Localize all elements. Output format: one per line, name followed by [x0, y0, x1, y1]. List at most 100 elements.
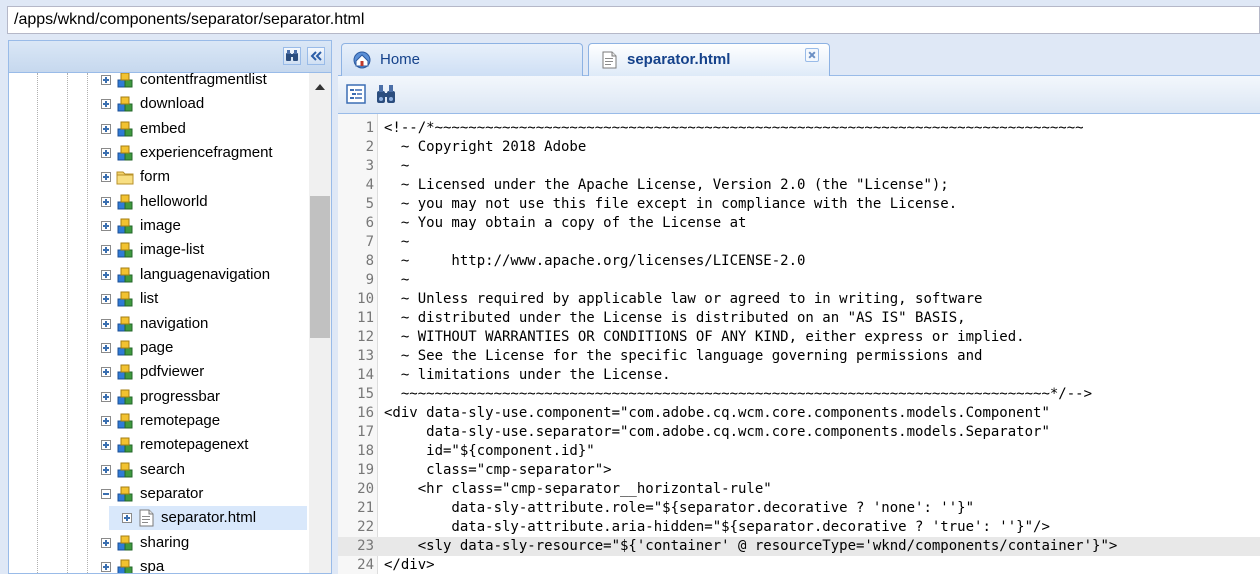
tree-item-list[interactable]: list — [9, 287, 309, 311]
tab-separator-html[interactable]: separator.html — [588, 43, 830, 76]
expand-toggle-icon[interactable] — [101, 245, 111, 256]
line-number: 13 — [357, 348, 374, 364]
find-replace-button[interactable] — [374, 82, 398, 106]
code-line: 3 ~ — [338, 157, 1260, 176]
expand-toggle-icon[interactable] — [101, 440, 111, 451]
path-input[interactable] — [7, 6, 1260, 34]
code-line: 5 ~ you may not use this file except in … — [338, 195, 1260, 214]
tree-item-download[interactable]: download — [9, 92, 309, 116]
tree-item-progressbar[interactable]: progressbar — [9, 385, 309, 409]
line-number: 15 — [357, 386, 374, 402]
close-tab-icon[interactable] — [805, 48, 819, 62]
tree-item-languagenavigation[interactable]: languagenavigation — [9, 263, 309, 287]
code-text: <hr class="cmp-separator__horizontal-rul… — [384, 481, 772, 497]
expand-toggle-icon[interactable] — [101, 172, 111, 183]
tree-item-sharing[interactable]: sharing — [9, 531, 309, 555]
code-line: 24 </div> — [338, 556, 1260, 574]
code-text: ~ Unless required by applicable law or a… — [384, 291, 983, 307]
expand-toggle-icon[interactable] — [101, 342, 111, 353]
tree-item-navigation[interactable]: navigation — [9, 312, 309, 336]
code-text: ~ you may not use this file except in co… — [384, 196, 958, 212]
scroll-thumb[interactable] — [310, 196, 330, 338]
expand-toggle-icon[interactable] — [101, 221, 111, 232]
expand-toggle-icon[interactable] — [101, 318, 111, 329]
component-icon — [115, 192, 135, 212]
expand-toggle-icon[interactable] — [101, 537, 111, 548]
tree-item-image-list[interactable]: image-list — [9, 238, 309, 262]
tab-home[interactable]: Home — [341, 43, 583, 76]
tree-item-pdfviewer[interactable]: pdfviewer — [9, 360, 309, 384]
code-line: 10 ~ Unless required by applicable law o… — [338, 290, 1260, 309]
tree-item-form[interactable]: form — [9, 165, 309, 189]
expand-toggle-icon[interactable] — [101, 269, 111, 280]
expand-toggle-icon[interactable] — [101, 562, 111, 572]
code-text: ~ distributed under the License is distr… — [384, 310, 966, 326]
scroll-up-arrow[interactable] — [309, 79, 331, 95]
tree-item-label: image — [140, 217, 181, 235]
expand-toggle-icon[interactable] — [101, 367, 111, 378]
tree-item-embed[interactable]: embed — [9, 117, 309, 141]
tree-item-contentfragmentlist[interactable]: contentfragmentlist — [9, 73, 309, 92]
expand-toggle-icon[interactable] — [101, 464, 111, 475]
collapse-panel-button[interactable] — [307, 47, 325, 65]
tree-item-experiencefragment[interactable]: experiencefragment — [9, 141, 309, 165]
binoculars-icon — [285, 50, 299, 62]
tree-item-separator-html[interactable]: separator.html — [109, 506, 307, 531]
tree-item-separator[interactable]: separator — [9, 482, 309, 506]
expand-toggle-icon[interactable] — [101, 75, 111, 85]
tree-item-remotepagenext[interactable]: remotepagenext — [9, 433, 309, 457]
line-number: 5 — [365, 196, 374, 212]
tree-item-remotepage[interactable]: remotepage — [9, 409, 309, 433]
code-text: </div> — [384, 557, 435, 573]
tree-item-image[interactable]: image — [9, 214, 309, 238]
search-button[interactable] — [283, 47, 301, 65]
expand-toggle-icon[interactable] — [101, 294, 111, 305]
tree-item-page[interactable]: page — [9, 336, 309, 360]
code-text: <!--/*~~~~~~~~~~~~~~~~~~~~~~~~~~~~~~~~~~… — [384, 120, 1084, 136]
code-text: data-sly-attribute.role="${separator.dec… — [384, 500, 975, 516]
code-line: 8 ~ http://www.apache.org/licenses/LICEN… — [338, 252, 1260, 271]
component-icon — [115, 411, 135, 431]
editor-toolbar — [338, 76, 1260, 114]
expand-toggle-icon[interactable] — [101, 391, 111, 402]
expand-toggle-icon[interactable] — [101, 148, 111, 159]
code-line: 15 ~~~~~~~~~~~~~~~~~~~~~~~~~~~~~~~~~~~~~… — [338, 385, 1260, 404]
line-number: 19 — [357, 462, 374, 478]
path-bar — [0, 0, 1260, 40]
code-line: 9 ~ — [338, 271, 1260, 290]
tree-item-helloworld[interactable]: helloworld — [9, 190, 309, 214]
tree-item-label: image-list — [140, 241, 205, 259]
code-editor[interactable]: 1 <!--/*~~~~~~~~~~~~~~~~~~~~~~~~~~~~~~~~~… — [338, 114, 1260, 574]
expand-toggle-icon[interactable] — [122, 513, 132, 524]
expand-toggle-icon[interactable] — [101, 196, 111, 207]
tree-item-spa[interactable]: spa — [9, 555, 309, 573]
expand-toggle-icon[interactable] — [101, 415, 111, 426]
tree-item-label: navigation — [140, 314, 209, 332]
file-icon — [599, 50, 619, 70]
tree-item-label: page — [140, 338, 174, 356]
line-number: 22 — [357, 519, 374, 535]
tree-item-label: pdfviewer — [140, 363, 205, 381]
tree-item-label: embed — [140, 119, 186, 137]
component-icon — [115, 484, 135, 504]
code-line: 17 data-sly-use.separator="com.adobe.cq.… — [338, 423, 1260, 442]
collapse-toggle-icon[interactable] — [101, 488, 111, 499]
component-icon — [115, 387, 135, 407]
code-text: ~ See the License for the specific langu… — [384, 348, 983, 364]
tree-scrollbar[interactable] — [309, 73, 331, 573]
code-line: 11 ~ distributed under the License is di… — [338, 309, 1260, 328]
outline-button[interactable] — [344, 82, 368, 106]
tree-item-label: helloworld — [140, 192, 208, 210]
expand-toggle-icon[interactable] — [101, 99, 111, 110]
code-line: 2 ~ Copyright 2018 Adobe — [338, 138, 1260, 157]
tab-label: Home — [380, 51, 421, 68]
repository-tree: contentfragmentlist download embed experien… — [9, 73, 309, 573]
tree-item-search[interactable]: search — [9, 458, 309, 482]
expand-toggle-icon[interactable] — [101, 123, 111, 134]
tree-item-label: search — [140, 460, 186, 478]
line-number: 10 — [357, 291, 374, 307]
line-number: 18 — [357, 443, 374, 459]
line-number: 1 — [365, 120, 374, 136]
code-text: <div data-sly-use.component="com.adobe.c… — [384, 405, 1050, 421]
code-line: 1 <!--/*~~~~~~~~~~~~~~~~~~~~~~~~~~~~~~~~~… — [338, 119, 1260, 138]
